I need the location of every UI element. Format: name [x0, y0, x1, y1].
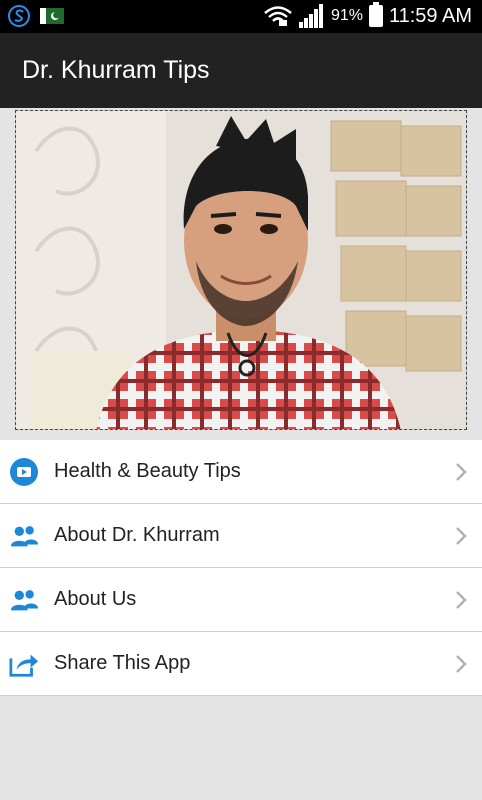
menu-item-label: Share This App — [54, 652, 191, 674]
people-icon — [9, 521, 39, 551]
status-left — [8, 5, 64, 27]
share-icon — [9, 649, 39, 679]
main-menu: Health & Beauty Tips About Dr. Khurram A… — [0, 440, 482, 696]
menu-item-health-beauty-tips[interactable]: Health & Beauty Tips — [0, 440, 482, 504]
chevron-right-icon — [456, 527, 467, 545]
battery-icon — [368, 2, 383, 27]
menu-item-label: About Dr. Khurram — [54, 524, 220, 546]
menu-item-label: About Us — [54, 588, 137, 610]
menu-item-share-this-app[interactable]: Share This App — [0, 632, 482, 696]
chevron-right-icon — [456, 463, 467, 481]
chevron-right-icon — [456, 655, 467, 673]
status-right: 91% 11:59 AM — [263, 2, 472, 28]
menu-item-label: Health & Beauty Tips — [54, 460, 241, 482]
menu-item-about-dr-khurram[interactable]: About Dr. Khurram — [0, 504, 482, 568]
menu-item-about-us[interactable]: About Us — [0, 568, 482, 632]
chevron-right-icon — [456, 591, 467, 609]
pakistan-flag-icon — [40, 8, 64, 24]
status-bar: 91% 11:59 AM — [0, 0, 482, 33]
wifi-icon — [264, 6, 292, 26]
app-title: Dr. Khurram Tips — [22, 56, 210, 84]
portrait-illustration — [16, 111, 466, 429]
clock: 11:59 AM — [388, 4, 472, 27]
hero-photo — [15, 110, 467, 430]
battery-percentage: 91% — [330, 7, 363, 24]
app-bar: Dr. Khurram Tips — [0, 33, 482, 108]
people-icon — [9, 585, 39, 615]
swype-icon — [8, 5, 30, 27]
youtube-play-icon — [9, 457, 39, 487]
signal-icon — [298, 4, 323, 28]
